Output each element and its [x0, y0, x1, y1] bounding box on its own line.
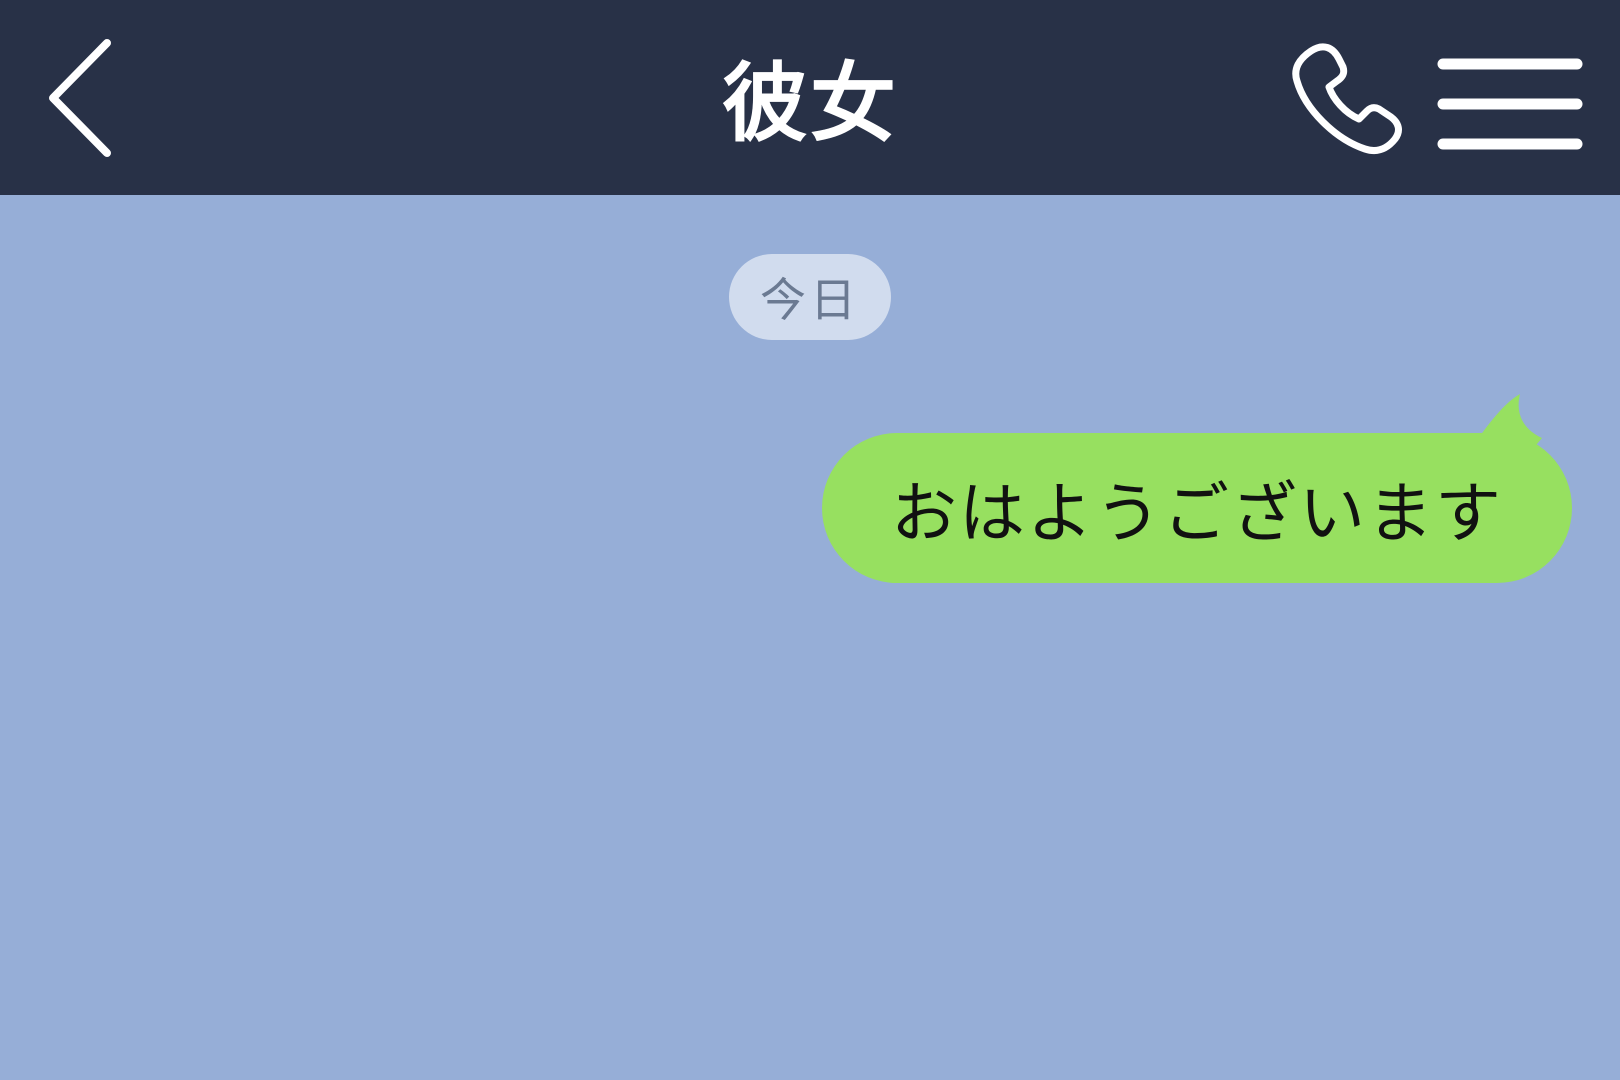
chat-area[interactable]: 今日 おはようございます: [0, 195, 1620, 1080]
chevron-left-icon: [49, 38, 111, 157]
chat-title: 彼女: [722, 53, 898, 154]
chat-header: 彼女: [0, 0, 1620, 195]
menu-button[interactable]: [1432, 44, 1588, 159]
call-button[interactable]: [1280, 34, 1415, 169]
back-button[interactable]: [30, 30, 140, 165]
phone-icon: [1291, 42, 1402, 154]
sent-message-bubble[interactable]: おはようございます: [822, 433, 1572, 583]
hamburger-menu-icon: [1437, 58, 1583, 149]
date-separator: 今日: [729, 254, 891, 340]
